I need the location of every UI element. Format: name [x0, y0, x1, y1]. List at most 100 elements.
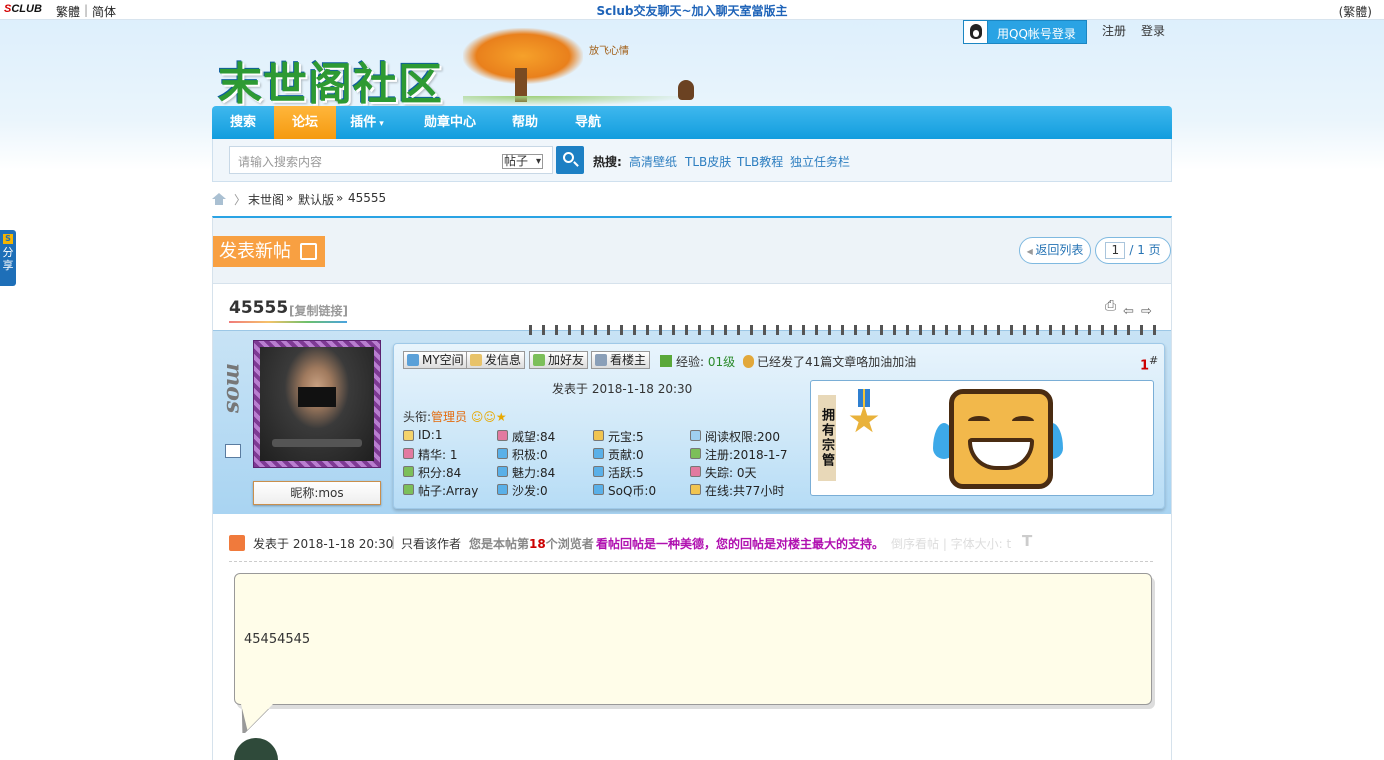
font-size-large-button[interactable]: T — [1022, 532, 1032, 550]
only-author-link[interactable]: 只看该作者 — [401, 535, 461, 552]
my-space-button[interactable]: MY空间 — [403, 351, 468, 369]
breadcrumb-board[interactable]: 默认版 — [298, 191, 334, 208]
stat-read-perm: 阅读权限:200 — [690, 428, 780, 445]
next-avatar[interactable] — [234, 738, 278, 760]
medal-label: 拥有宗管 — [818, 395, 836, 481]
nav-medal-center[interactable]: 勋章中心 — [408, 106, 492, 139]
next-thread-icon[interactable]: ⇨ — [1141, 304, 1152, 319]
qq-login-label: 用QQ帐号登录 — [997, 27, 1076, 41]
search-button[interactable] — [556, 146, 584, 174]
top-banner-text[interactable]: Sclub交友聊天~加入聊天室當版主 — [0, 2, 1384, 19]
login-link[interactable]: 登录 — [1141, 22, 1165, 39]
stat-prestige: 威望:84 — [497, 428, 555, 445]
author-info-box: MY空间 发信息 加好友 看楼主 经验: 01级 已经发了41篇文章咯加油加油 … — [393, 343, 1165, 509]
banner-tagline: 放飞心情 — [589, 46, 629, 57]
id-card-icon[interactable] — [225, 444, 241, 458]
page-input[interactable]: 1 — [1105, 242, 1126, 259]
nav-guide[interactable]: 导航 — [558, 106, 618, 139]
edit-icon — [300, 243, 317, 260]
post-body: 45454545 — [234, 573, 1152, 705]
nav-help[interactable]: 帮助 — [496, 106, 554, 139]
breadcrumb-sep: » — [336, 191, 344, 205]
exp-icon — [660, 355, 672, 367]
medal-small-icon — [742, 355, 754, 368]
hot-search-link[interactable]: 独立任务栏 — [790, 153, 850, 170]
search-icon — [563, 152, 574, 163]
medal-box: 拥有宗管 — [810, 380, 1154, 496]
share-logo-icon: S — [3, 234, 13, 244]
share-label: 分享 — [2, 246, 14, 272]
meta-separator: | — [391, 535, 396, 549]
stat-yuanbao: 元宝:5 — [593, 428, 644, 445]
user-icon — [229, 535, 245, 551]
search-type-select[interactable]: 帖子 — [498, 146, 553, 174]
add-friend-button[interactable]: 加好友 — [529, 351, 589, 369]
post-content: 45454545 — [244, 632, 311, 647]
back-to-list-button[interactable]: ◀ 返回列表 — [1019, 237, 1091, 264]
nav-plugins[interactable]: 插件 ▾ — [336, 106, 398, 139]
search-bar: 请输入搜索内容 帖子 热搜: 高清壁纸 TLB皮肤 TLB教程 独立任务栏 — [212, 139, 1172, 182]
nav-forum[interactable]: 论坛 — [274, 106, 336, 139]
thread-toolbar: 发表新帖 ◀ 返回列表 1/ 1 页 — [213, 218, 1171, 284]
smiley-icon: ☺☺ — [470, 410, 496, 424]
exp-line: 经验: 01级 已经发了41篇文章咯加油加油 — [660, 353, 916, 370]
new-post-button[interactable]: 发表新帖 — [213, 236, 325, 267]
post-meta-row: 发表于 2018-1-18 20:30 | 只看该作者 您是本帖第18个浏览者 … — [229, 532, 1153, 562]
medal-icon[interactable] — [849, 389, 879, 445]
stat-contrib: 贡献:0 — [593, 446, 644, 463]
share-sidebar[interactable]: S 分享 — [0, 230, 16, 286]
title-underline — [229, 321, 347, 323]
avatar[interactable] — [253, 340, 381, 468]
search-input[interactable]: 请输入搜索内容 — [229, 146, 499, 174]
author-nickname[interactable]: 昵称:mos — [253, 481, 381, 505]
post-meta-time: 发表于 2018-1-18 20:30 — [253, 537, 394, 551]
floor-number: 1# — [1140, 354, 1159, 374]
reply-slogan: 看帖回帖是一种美德，您的回帖是对楼主最大的支持。 — [596, 537, 885, 551]
stat-posts: 帖子:Array — [403, 482, 478, 499]
hot-search-link[interactable]: 高清壁纸 — [629, 153, 677, 170]
top-bar: SCLUB 繁體 | 简体 Sclub交友聊天~加入聊天室當版主 (繁體) — [0, 0, 1384, 20]
tree-banner-image: 放飞心情 — [463, 28, 693, 106]
stat-points: 积分:84 — [403, 464, 461, 481]
stat-online: 在线:共77小时 — [690, 482, 784, 499]
stat-missing: 失踪: 0天 — [690, 464, 757, 481]
chevron-right-icon: 〉 — [234, 193, 247, 207]
notebook-binding — [529, 325, 1159, 335]
hot-search-link[interactable]: TLB教程 — [737, 153, 783, 170]
qq-penguin-icon — [964, 21, 988, 43]
lang-toggle-link[interactable]: (繁體) — [1339, 3, 1372, 20]
laughing-emoji-icon — [949, 389, 1053, 489]
site-logo[interactable]: 末世阁社区 — [218, 48, 443, 112]
post-author-panel: mos 昵称:mos MY空间 发信息 加好友 看楼主 经验: 01级 已经发了… — [213, 325, 1171, 514]
stat-id: ID:1 — [403, 428, 442, 442]
qq-login-button[interactable]: 用QQ帐号登录 — [963, 20, 1087, 44]
copy-link-button[interactable]: [复制链接] — [289, 302, 348, 319]
thread-container: 发表新帖 ◀ 返回列表 1/ 1 页 45555 [复制链接] ⎙ ⇦ ⇨ mo… — [212, 216, 1172, 760]
main-nav: 搜索 论坛 插件 ▾ 勋章中心 帮助 导航 — [212, 106, 1172, 139]
stat-soq: SoQ币:0 — [593, 482, 656, 499]
hot-search-label: 热搜: — [593, 155, 622, 169]
hot-search-link[interactable]: TLB皮肤 — [685, 153, 731, 170]
breadcrumb-thread[interactable]: 45555 — [348, 191, 386, 205]
print-icon[interactable]: ⎙ — [1105, 298, 1116, 314]
chevron-down-icon: ▾ — [379, 119, 384, 129]
reverse-order-link[interactable]: 倒序看帖 | 字体大小: t — [891, 535, 1011, 552]
view-op-button[interactable]: 看楼主 — [591, 351, 651, 369]
stat-digest: 精华: 1 — [403, 446, 458, 463]
post-time: 发表于 2018-1-18 20:30 — [552, 382, 693, 396]
send-message-button[interactable]: 发信息 — [466, 351, 526, 369]
register-link[interactable]: 注册 — [1102, 22, 1126, 39]
breadcrumb-home[interactable]: 末世阁 — [248, 191, 284, 208]
rank-line: 头衔:管理员 ☺☺★ — [403, 410, 507, 424]
stat-active: 积极:0 — [497, 446, 548, 463]
author-vertical-name: mos — [221, 362, 247, 414]
nav-search[interactable]: 搜索 — [212, 106, 274, 139]
home-icon[interactable] — [212, 193, 226, 205]
prev-thread-icon[interactable]: ⇦ — [1123, 304, 1134, 319]
view-count-text: 您是本帖第18个浏览者 — [469, 537, 594, 551]
pagination[interactable]: 1/ 1 页 — [1095, 237, 1171, 264]
star-icon: ★ — [495, 410, 507, 424]
thread-title: 45555 — [229, 298, 289, 318]
breadcrumb-sep: » — [286, 191, 294, 205]
owl-icon — [678, 80, 694, 100]
